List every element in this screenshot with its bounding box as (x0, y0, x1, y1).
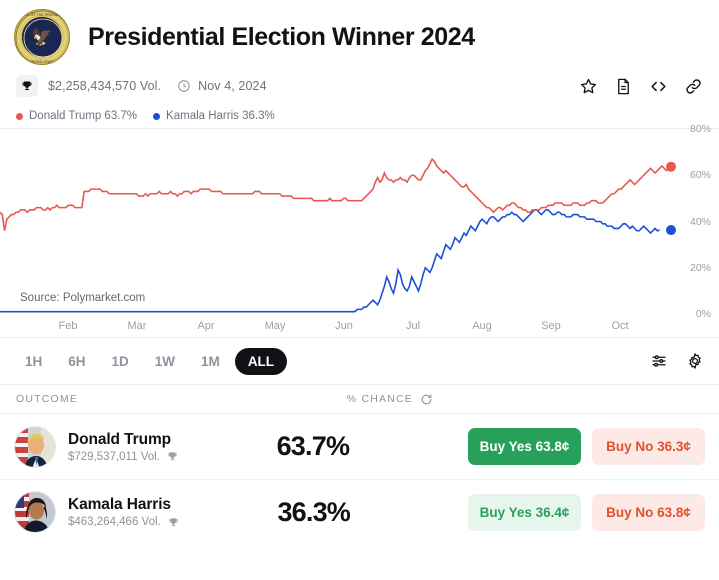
price-chart[interactable]: 0% 20% 40% 60% 80% Source: Polymarket.com Fe… (0, 123, 719, 338)
outcome-info: Donald Trump $729,537,011 Vol. (68, 431, 178, 463)
chart-settings-sliders-icon[interactable] (649, 351, 669, 371)
x-tick-label: Aug (472, 320, 492, 332)
x-tick-label: Sep (541, 320, 561, 332)
svg-text:UNITED STATES: UNITED STATES (29, 60, 57, 64)
outcome-name: Donald Trump (68, 430, 171, 448)
trump-line (0, 157, 672, 231)
chart-watermark: Source: Polymarket.com (14, 289, 152, 307)
market-meta: $2,258,434,570 Vol. Nov 4, 2024 (0, 68, 719, 104)
trade-buttons: Buy Yes 63.8¢ Buy No 36.3¢ (468, 428, 705, 465)
trade-buttons: Buy Yes 36.4¢ Buy No 63.8¢ (468, 493, 705, 531)
outcome-name: Kamala Harris (68, 496, 171, 513)
buy-no-button[interactable]: Buy No 63.8¢ (592, 493, 705, 531)
column-header-chance-label: % CHANCE (346, 393, 413, 405)
gear-icon[interactable] (685, 351, 705, 371)
outcome-volume: $729,537,011 Vol. (68, 450, 160, 463)
header-actions (578, 76, 703, 96)
presidential-seal-icon: SEAL OF THE PRESIDENT UNITED STATES 🦅 (14, 9, 70, 65)
outcome-percent: 36.3% (277, 496, 351, 527)
outcome-percent: 63.7% (276, 431, 350, 461)
range-button-6h[interactable]: 6H (57, 348, 96, 375)
outcome-info: Kamala Harris $463,264,466 Vol. (68, 496, 179, 528)
y-tick-label: 40% (689, 215, 711, 228)
trophy-icon (168, 452, 177, 461)
legend-dot-harris (153, 112, 161, 120)
outcome-volume-group: $729,537,011 Vol. (68, 451, 178, 463)
market-header: SEAL OF THE PRESIDENT UNITED STATES 🦅 Pr… (0, 0, 719, 68)
y-tick-label: 80% (689, 123, 711, 135)
svg-text:SEAL OF THE PRESIDENT: SEAL OF THE PRESIDENT (21, 13, 67, 17)
x-tick-label: Apr (197, 320, 215, 332)
x-tick-label: Jun (335, 320, 353, 332)
market-date: Nov 4, 2024 (198, 79, 267, 93)
clock-icon (178, 80, 190, 92)
eagle-icon: 🦅 (31, 27, 53, 47)
kamala-harris-avatar (14, 491, 56, 533)
time-range-buttons: 1H 6H 1D 1W 1M ALL (14, 347, 288, 375)
y-tick-label: 60% (689, 169, 711, 182)
chart-gridlines (0, 128, 695, 315)
x-tick-label: Jul (405, 320, 421, 332)
embed-code-icon[interactable] (648, 76, 668, 96)
document-icon[interactable] (613, 76, 633, 96)
market-page: SEAL OF THE PRESIDENT UNITED STATES 🦅 Pr… (0, 0, 719, 580)
buy-yes-button[interactable]: Buy Yes 63.8¢ (468, 428, 581, 465)
chart-x-axis: Feb Mar Apr May Jun Jul Aug Sep Oct (0, 314, 719, 338)
legend-dot-trump (16, 112, 23, 120)
outcome-volume: $463,264,466 Vol. (68, 516, 161, 528)
legend-item-harris: Kamala Harris 36.3% (153, 110, 275, 122)
buy-no-button[interactable]: Buy No 36.3¢ (592, 428, 705, 465)
donald-trump-avatar (14, 425, 56, 468)
chart-y-axis: 0% 20% 40% 60% 80% (673, 123, 713, 320)
buy-yes-button[interactable]: Buy Yes 36.4¢ (468, 493, 581, 531)
legend-item-trump: Donald Trump 63.7% (16, 110, 137, 122)
range-button-1d[interactable]: 1D (101, 348, 140, 375)
x-tick-label: Mar (127, 320, 147, 332)
bookmark-star-icon[interactable] (578, 76, 598, 96)
trophy-icon (16, 75, 38, 97)
range-button-1w[interactable]: 1W (144, 348, 186, 375)
column-header-outcome: OUTCOME (16, 393, 79, 405)
page-title: Presidential Election Winner 2024 (88, 22, 475, 51)
x-tick-label: Feb (58, 320, 78, 332)
legend-label-trump: Donald Trump 63.7% (29, 110, 138, 122)
range-button-1m[interactable]: 1M (190, 348, 231, 375)
y-tick-label: 20% (689, 261, 711, 274)
table-row[interactable]: Donald Trump $729,537,011 Vol. 63.7% Buy… (0, 414, 719, 479)
copy-link-icon[interactable] (683, 76, 703, 96)
x-tick-label: Oct (611, 320, 629, 332)
outcome-volume-group: $463,264,466 Vol. (68, 516, 179, 528)
range-button-1h[interactable]: 1H (14, 348, 53, 375)
table-row[interactable]: Kamala Harris $463,264,466 Vol. 36.3% Bu… (0, 479, 719, 544)
chart-range-bar: 1H 6H 1D 1W 1M ALL (0, 338, 719, 384)
chart-tool-buttons (649, 351, 705, 371)
chart-legend: Donald Trump 63.7% Kamala Harris 36.3% (0, 104, 719, 126)
x-tick-label: May (264, 320, 286, 332)
trophy-icon (169, 517, 178, 526)
market-date-group: Nov 4, 2024 (177, 79, 267, 93)
outcomes-table-header: OUTCOME % CHANCE (0, 384, 719, 414)
chart-canvas[interactable] (0, 128, 719, 315)
market-volume: $2,258,434,570 Vol. (48, 79, 162, 93)
refresh-icon[interactable] (420, 393, 433, 406)
column-header-chance: % CHANCE (347, 393, 433, 406)
range-button-all[interactable]: ALL (234, 347, 288, 375)
legend-label-harris: Kamala Harris 36.3% (166, 110, 275, 122)
